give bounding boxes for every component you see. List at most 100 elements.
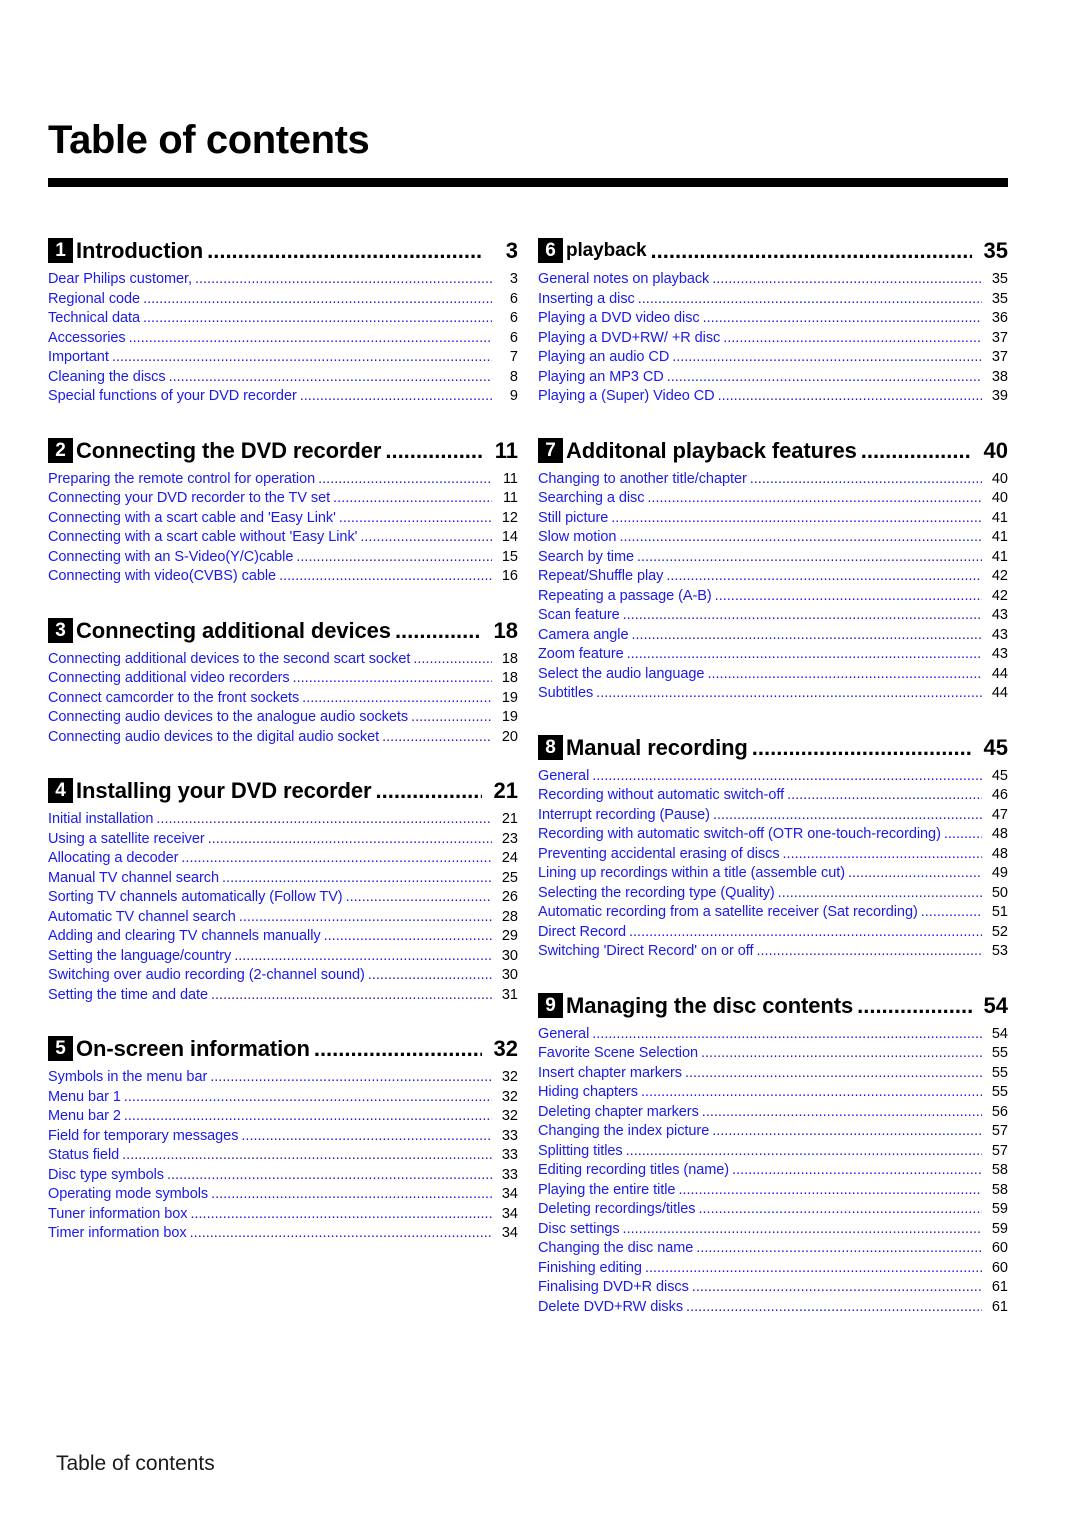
toc-entry[interactable]: Interrupt recording (Pause).............… xyxy=(538,807,1008,827)
toc-entry[interactable]: Direct Record...........................… xyxy=(538,924,1008,944)
toc-section-heading[interactable]: 1 Introduction...........................… xyxy=(48,238,518,263)
toc-entry[interactable]: Disc type symbols.......................… xyxy=(48,1167,518,1187)
toc-entry[interactable]: Connecting audio devices to the analogue… xyxy=(48,709,518,729)
toc-entry[interactable]: Lining up recordings within a title (ass… xyxy=(538,865,1008,885)
toc-entry[interactable]: Searching a disc........................… xyxy=(538,490,1008,510)
toc-entry[interactable]: General.................................… xyxy=(538,768,1008,788)
toc-entry[interactable]: Regional code...........................… xyxy=(48,291,518,311)
toc-entry[interactable]: Connecting with video(CVBS) cable.......… xyxy=(48,568,518,588)
toc-entry[interactable]: Important...............................… xyxy=(48,349,518,369)
toc-entry[interactable]: Deleting chapter markers................… xyxy=(538,1104,1008,1124)
toc-section-heading[interactable]: 2 Connecting the DVD recorder............… xyxy=(48,437,518,463)
toc-entry[interactable]: Connecting additional devices to the sec… xyxy=(48,651,518,671)
toc-entry[interactable]: Automatic recording from a satellite rec… xyxy=(538,904,1008,924)
toc-entry[interactable]: Cleaning the discs......................… xyxy=(48,369,518,389)
toc-entry[interactable]: Repeating a passage (A-B)...............… xyxy=(538,588,1008,608)
toc-entry[interactable]: Adding and clearing TV channels manually… xyxy=(48,928,518,948)
toc-entry[interactable]: Splitting titles........................… xyxy=(538,1143,1008,1163)
toc-section-heading[interactable]: 3 Connecting additional devices..........… xyxy=(48,617,518,643)
toc-entry[interactable]: Connecting additional video recorders...… xyxy=(48,670,518,690)
toc-entry[interactable]: Field for temporary messages............… xyxy=(48,1128,518,1148)
toc-entry[interactable]: Inserting a disc........................… xyxy=(538,291,1008,311)
toc-entry[interactable]: Special functions of your DVD recorder..… xyxy=(48,388,518,408)
toc-entry[interactable]: Automatic TV channel search.............… xyxy=(48,909,518,929)
toc-entry[interactable]: Delete DVD+RW disks.....................… xyxy=(538,1299,1008,1319)
toc-entry[interactable]: Manual TV channel search................… xyxy=(48,870,518,890)
toc-section-heading[interactable]: 8 Manual recording.......................… xyxy=(538,734,1008,760)
toc-section-heading[interactable]: 6 playback...............................… xyxy=(538,238,1008,263)
toc-entry-page-number: 60 xyxy=(991,1240,1008,1256)
toc-entry[interactable]: Connecting with an S-Video(Y/C)cable....… xyxy=(48,549,518,569)
toc-entry-label: Preventing accidental erasing of discs xyxy=(538,845,780,862)
toc-entry[interactable]: Connecting your DVD recorder to the TV s… xyxy=(48,490,518,510)
toc-entry[interactable]: Insert chapter markers..................… xyxy=(538,1065,1008,1085)
toc-entry[interactable]: Connecting with a scart cable and 'Easy … xyxy=(48,510,518,530)
toc-entry[interactable]: Sorting TV channels automatically (Follo… xyxy=(48,889,518,909)
toc-entry[interactable]: Hiding chapters.........................… xyxy=(538,1084,1008,1104)
toc-entry[interactable]: Tuner information box...................… xyxy=(48,1206,518,1226)
section-leader-dots: ........................................… xyxy=(650,238,972,263)
toc-entry[interactable]: Recording with automatic switch-off (OTR… xyxy=(538,826,1008,846)
toc-entry[interactable]: Slow motion.............................… xyxy=(538,529,1008,549)
toc-entry[interactable]: Favorite Scene Selection................… xyxy=(538,1045,1008,1065)
toc-entry[interactable]: Setting the language/country............… xyxy=(48,948,518,968)
toc-entry[interactable]: Subtitles...............................… xyxy=(538,685,1008,705)
toc-entry-leader-dots: ........................................… xyxy=(338,509,492,526)
toc-entry[interactable]: Zoom feature............................… xyxy=(538,646,1008,666)
toc-entry[interactable]: Preventing accidental erasing of discs..… xyxy=(538,846,1008,866)
toc-entry[interactable]: Finalising DVD+R discs..................… xyxy=(538,1279,1008,1299)
toc-entry-label: Important xyxy=(48,349,109,365)
toc-entry[interactable]: Connecting audio devices to the digital … xyxy=(48,729,518,749)
toc-entry[interactable]: Recording without automatic switch-off..… xyxy=(538,787,1008,807)
toc-entry[interactable]: Switching 'Direct Record' on or off.....… xyxy=(538,943,1008,963)
toc-entry[interactable]: Technical data..........................… xyxy=(48,310,518,330)
toc-entry[interactable]: Playing an MP3 CD.......................… xyxy=(538,369,1008,389)
toc-entry[interactable]: Scan feature............................… xyxy=(538,607,1008,627)
toc-entry[interactable]: Repeat/Shuffle play.....................… xyxy=(538,568,1008,588)
toc-entry[interactable]: Allocating a decoder....................… xyxy=(48,850,518,870)
toc-entry[interactable]: Playing an audio CD.....................… xyxy=(538,349,1008,369)
toc-entry[interactable]: Menu bar 2..............................… xyxy=(48,1108,518,1128)
toc-entry[interactable]: Playing a DVD+RW/ +R disc...............… xyxy=(538,330,1008,350)
toc-entry[interactable]: Using a satellite receiver..............… xyxy=(48,831,518,851)
toc-entry[interactable]: Menu bar 1..............................… xyxy=(48,1089,518,1109)
toc-entry-page-number: 35 xyxy=(991,271,1008,287)
toc-entry[interactable]: Select the audio language...............… xyxy=(538,666,1008,686)
toc-entry[interactable]: General.................................… xyxy=(538,1026,1008,1046)
toc-entry-page-number: 46 xyxy=(991,787,1008,803)
toc-entry[interactable]: Finishing editing.......................… xyxy=(538,1260,1008,1280)
toc-entry[interactable]: Changing the index picture..............… xyxy=(538,1123,1008,1143)
toc-entry[interactable]: Preparing the remote control for operati… xyxy=(48,471,518,491)
toc-entry[interactable]: Deleting recordings/titles..............… xyxy=(538,1201,1008,1221)
toc-entry[interactable]: Disc settings...........................… xyxy=(538,1221,1008,1241)
toc-entry[interactable]: Changing the disc name..................… xyxy=(538,1240,1008,1260)
toc-entry[interactable]: Playing the entire title................… xyxy=(538,1182,1008,1202)
toc-entry[interactable]: Connecting with a scart cable without 'E… xyxy=(48,529,518,549)
toc-entry[interactable]: Initial installation....................… xyxy=(48,811,518,831)
toc-entry-page-number: 26 xyxy=(501,889,518,905)
toc-entry[interactable]: Search by time..........................… xyxy=(538,549,1008,569)
toc-entry[interactable]: Dear Philips customer,..................… xyxy=(48,271,518,291)
toc-entry[interactable]: Selecting the recording type (Quality)..… xyxy=(538,885,1008,905)
toc-entry-label: Timer information box xyxy=(48,1225,187,1241)
toc-entry[interactable]: Editing recording titles (name).........… xyxy=(538,1162,1008,1182)
toc-entry[interactable]: Symbols in the menu bar.................… xyxy=(48,1069,518,1089)
toc-entry[interactable]: Status field............................… xyxy=(48,1147,518,1167)
toc-entry[interactable]: Timer information box...................… xyxy=(48,1225,518,1245)
toc-section-heading[interactable]: 9 Managing the disc contents.............… xyxy=(538,992,1008,1018)
toc-entry[interactable]: Operating mode symbols..................… xyxy=(48,1186,518,1206)
toc-entry[interactable]: Connect camcorder to the front sockets..… xyxy=(48,690,518,710)
toc-section-heading[interactable]: 5 On-screen information..................… xyxy=(48,1036,518,1061)
toc-section-heading[interactable]: 4 Installing your DVD recorder...........… xyxy=(48,778,518,803)
toc-entry[interactable]: Changing to another title/chapter.......… xyxy=(538,471,1008,491)
toc-entry[interactable]: General notes on playback...............… xyxy=(538,271,1008,291)
toc-entry[interactable]: Setting the time and date...............… xyxy=(48,987,518,1007)
toc-entry[interactable]: Playing a (Super) Video CD..............… xyxy=(538,388,1008,408)
toc-entry[interactable]: Accessories.............................… xyxy=(48,330,518,350)
toc-entry[interactable]: Switching over audio recording (2-channe… xyxy=(48,967,518,987)
toc-entry[interactable]: Camera angle............................… xyxy=(538,627,1008,647)
toc-section-heading[interactable]: 7 Additonal playback features............… xyxy=(538,437,1008,463)
toc-entry[interactable]: Playing a DVD video disc................… xyxy=(538,310,1008,330)
toc-entry[interactable]: Still picture...........................… xyxy=(538,510,1008,530)
